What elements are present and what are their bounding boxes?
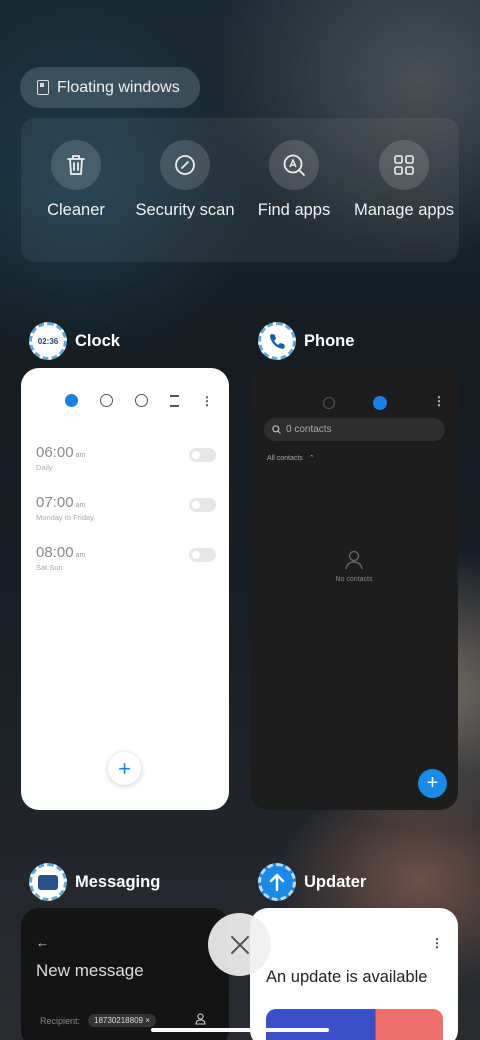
updater-app-header[interactable]: Updater bbox=[258, 863, 366, 901]
trash-icon bbox=[67, 155, 85, 175]
add-alarm-button[interactable]: + bbox=[108, 752, 141, 785]
alarm-item[interactable]: 08:00 am Sat Sun bbox=[36, 544, 216, 572]
messaging-app-card[interactable]: ← New message Recipient: 18730218809 × bbox=[21, 908, 229, 1040]
alarm-toggle[interactable] bbox=[189, 498, 216, 512]
update-available-title: An update is available bbox=[266, 968, 428, 986]
security-scan-label: Security scan bbox=[135, 201, 235, 219]
recents-icon[interactable] bbox=[323, 397, 335, 409]
alarm-time: 07:00 bbox=[36, 494, 74, 511]
contacts-search-input[interactable]: 0 contacts bbox=[264, 418, 445, 441]
quick-tools-panel: Cleaner Security scan Find apps Manage a… bbox=[21, 118, 459, 262]
world-clock-icon[interactable] bbox=[100, 394, 113, 407]
filter-label: All contacts bbox=[267, 455, 303, 462]
close-icon bbox=[230, 935, 249, 954]
phone-handset-icon bbox=[270, 334, 285, 349]
clock-app-name: Clock bbox=[75, 331, 120, 350]
stopwatch-icon[interactable] bbox=[135, 394, 148, 407]
clock-app-icon: 02:36 bbox=[29, 322, 67, 360]
clear-all-button[interactable] bbox=[208, 913, 271, 976]
update-banner-image bbox=[266, 1009, 443, 1040]
phone-app-name: Phone bbox=[304, 331, 355, 350]
cleaner-label: Cleaner bbox=[47, 201, 105, 219]
more-options-icon[interactable]: ⋮ bbox=[431, 936, 443, 950]
arrow-up-icon bbox=[269, 873, 285, 892]
manage-apps-button[interactable]: Manage apps bbox=[349, 140, 459, 220]
phone-app-icon bbox=[258, 322, 296, 360]
alarm-repeat: Sat Sun bbox=[36, 563, 63, 572]
updater-app-card[interactable]: ⋮ An update is available bbox=[250, 908, 458, 1040]
clock-tab-bar: ⋮ bbox=[65, 394, 213, 407]
floating-windows-label: Floating windows bbox=[57, 78, 180, 96]
person-icon bbox=[345, 550, 363, 570]
clock-app-header[interactable]: 02:36 Clock bbox=[29, 322, 120, 360]
alarm-toggle[interactable] bbox=[189, 448, 216, 462]
alarm-time: 06:00 bbox=[36, 444, 74, 461]
alarm-icon[interactable] bbox=[65, 394, 78, 407]
empty-contacts-text: No contacts bbox=[335, 576, 373, 583]
phone-app-card[interactable]: ⋮ 0 contacts All contacts ⌃ No contacts … bbox=[250, 368, 458, 810]
manage-apps-label: Manage apps bbox=[354, 201, 454, 219]
add-contact-button[interactable]: + bbox=[418, 769, 447, 798]
alarm-item[interactable]: 07:00 am Monday to Friday bbox=[36, 494, 216, 522]
updater-app-icon bbox=[258, 863, 296, 901]
message-bubble-icon bbox=[38, 874, 58, 890]
contacts-tab-icon[interactable] bbox=[373, 396, 387, 410]
floating-window-icon bbox=[37, 80, 49, 95]
messaging-app-icon bbox=[29, 863, 67, 901]
alarm-ampm: am bbox=[75, 452, 86, 459]
new-message-title: New message bbox=[36, 961, 144, 980]
cleaner-button[interactable]: Cleaner bbox=[21, 140, 131, 220]
manage-apps-icon bbox=[394, 155, 414, 175]
home-gesture-bar[interactable] bbox=[151, 1028, 329, 1032]
alarm-repeat: Daily bbox=[36, 463, 53, 472]
chevron-updown-icon: ⌃ bbox=[308, 455, 315, 462]
timer-icon[interactable] bbox=[170, 394, 179, 407]
more-options-icon[interactable]: ⋮ bbox=[433, 394, 445, 408]
add-contact-icon[interactable] bbox=[195, 1013, 206, 1025]
clock-app-card[interactable]: ⋮ 06:00 am Daily 07:00 am Monday to Friday… bbox=[21, 368, 229, 810]
updater-app-name: Updater bbox=[304, 872, 367, 891]
security-scan-icon bbox=[175, 155, 195, 175]
recipient-row[interactable]: Recipient: 18730218809 × bbox=[40, 1014, 156, 1027]
security-scan-button[interactable]: Security scan bbox=[130, 140, 240, 220]
alarm-ampm: am bbox=[75, 502, 86, 509]
alarm-repeat: Monday to Friday bbox=[36, 513, 94, 522]
find-apps-button[interactable]: Find apps bbox=[239, 140, 349, 220]
search-icon bbox=[272, 425, 281, 434]
messaging-app-name: Messaging bbox=[75, 872, 161, 891]
messaging-app-header[interactable]: Messaging bbox=[29, 863, 160, 901]
floating-windows-button[interactable]: Floating windows bbox=[20, 67, 200, 108]
alarm-time: 08:00 bbox=[36, 544, 74, 561]
clock-icon-time: 02:36 bbox=[37, 336, 59, 346]
recipient-chip[interactable]: 18730218809 × bbox=[88, 1014, 156, 1027]
alarm-item[interactable]: 06:00 am Daily bbox=[36, 444, 216, 472]
contacts-filter-dropdown[interactable]: All contacts ⌃ bbox=[267, 454, 315, 462]
find-apps-icon bbox=[283, 154, 305, 176]
empty-contacts: No contacts bbox=[250, 550, 458, 583]
recipient-label: Recipient: bbox=[40, 1015, 81, 1026]
phone-app-header[interactable]: Phone bbox=[258, 322, 354, 360]
back-arrow-icon[interactable]: ← bbox=[36, 935, 49, 950]
find-apps-label: Find apps bbox=[257, 201, 331, 219]
more-options-icon[interactable]: ⋮ bbox=[201, 395, 213, 407]
search-placeholder: 0 contacts bbox=[286, 424, 332, 435]
alarm-toggle[interactable] bbox=[189, 548, 216, 562]
alarm-ampm: am bbox=[75, 552, 86, 559]
